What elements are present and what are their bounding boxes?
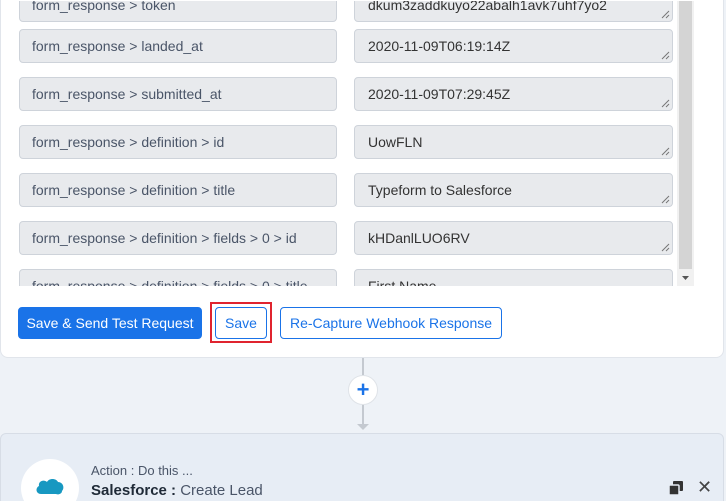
connector-arrow-icon xyxy=(357,424,369,430)
save-button-highlight xyxy=(210,302,272,343)
resize-grip-icon[interactable] xyxy=(661,99,670,108)
field-row: form_response > token dkum3zaddkuyo22aba… xyxy=(1,1,695,22)
field-row: form_response > definition > title Typef… xyxy=(1,173,695,207)
plus-icon: + xyxy=(356,377,370,402)
add-step-button[interactable]: + xyxy=(348,375,378,405)
field-value-input[interactable]: UowFLN xyxy=(354,125,673,159)
field-list[interactable]: form_response > token dkum3zaddkuyo22aba… xyxy=(1,1,695,286)
scroll-down-arrow-icon[interactable] xyxy=(677,271,694,285)
save-and-send-test-button[interactable]: Save & Send Test Request xyxy=(18,307,202,339)
field-value-text: kHDanlLUO6RV xyxy=(368,230,470,246)
resize-grip-icon[interactable] xyxy=(661,147,670,156)
close-icon[interactable]: ✕ xyxy=(697,478,712,496)
app-logo xyxy=(21,459,79,501)
field-value-text: UowFLN xyxy=(368,134,423,150)
connector-line xyxy=(362,405,364,425)
resize-grip-icon[interactable] xyxy=(661,195,670,204)
action-event-name: Create Lead xyxy=(180,482,263,499)
field-value-input[interactable]: 2020-11-09T06:19:14Z xyxy=(354,29,673,63)
action-step-card[interactable]: Action : Do this ... Salesforce : Create… xyxy=(0,433,724,501)
field-label: form_response > token xyxy=(19,1,337,22)
recapture-webhook-button[interactable]: Re-Capture Webhook Response xyxy=(280,307,502,339)
action-title: Salesforce : Create Lead xyxy=(91,482,263,499)
connector-line xyxy=(362,358,364,375)
field-value-text: dkum3zaddkuyo22abalh1avk7uhf7yo2 xyxy=(368,1,607,13)
field-label: form_response > definition > id xyxy=(19,125,337,159)
copy-icon[interactable] xyxy=(669,481,683,495)
field-label: form_response > submitted_at xyxy=(19,77,337,111)
field-value-input[interactable]: kHDanlLUO6RV xyxy=(354,221,673,255)
resize-grip-icon[interactable] xyxy=(661,51,670,60)
resize-grip-icon[interactable] xyxy=(661,243,670,252)
field-value-input[interactable]: First Name xyxy=(354,269,673,286)
field-label: form_response > definition > fields > 0 … xyxy=(19,221,337,255)
resize-grip-icon[interactable] xyxy=(661,10,670,19)
field-value-text: 2020-11-09T07:29:45Z xyxy=(368,86,511,102)
field-row: form_response > definition > fields > 0 … xyxy=(1,221,695,255)
field-value-text: First Name xyxy=(368,278,437,286)
scrollbar-thumb[interactable] xyxy=(679,1,692,269)
field-row: form_response > definition > fields > 0 … xyxy=(1,269,695,286)
field-row: form_response > submitted_at 2020-11-09T… xyxy=(1,77,695,111)
field-value-text: Typeform to Salesforce xyxy=(368,182,512,198)
webhook-response-panel: form_response > token dkum3zaddkuyo22aba… xyxy=(0,0,724,358)
field-label: form_response > landed_at xyxy=(19,29,337,63)
field-value-input[interactable]: Typeform to Salesforce xyxy=(354,173,673,207)
action-app-name: Salesforce : xyxy=(91,482,177,499)
field-label: form_response > definition > title xyxy=(19,173,337,207)
field-value-input[interactable]: dkum3zaddkuyo22abalh1avk7uhf7yo2 xyxy=(354,1,673,22)
action-subtitle: Action : Do this ... xyxy=(91,463,193,478)
field-value-input[interactable]: 2020-11-09T07:29:45Z xyxy=(354,77,673,111)
field-row: form_response > definition > id UowFLN xyxy=(1,125,695,159)
field-value-text: 2020-11-09T06:19:14Z xyxy=(368,38,511,54)
field-label: form_response > definition > fields > 0 … xyxy=(19,269,337,286)
field-row: form_response > landed_at 2020-11-09T06:… xyxy=(1,29,695,63)
salesforce-logo-icon xyxy=(36,479,64,495)
